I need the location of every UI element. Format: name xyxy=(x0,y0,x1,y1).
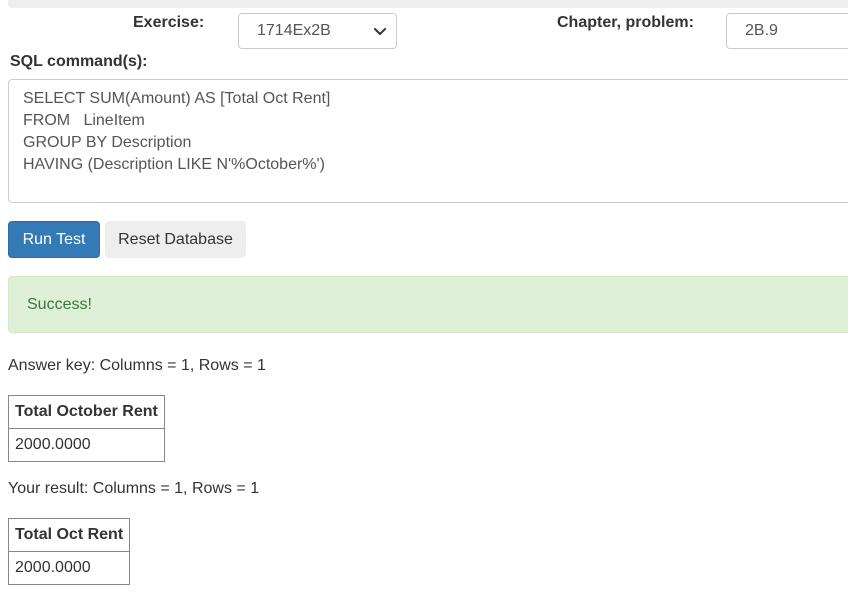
table-row: 2000.0000 xyxy=(8,428,165,462)
exercise-select[interactable]: 1714Ex2B xyxy=(238,13,397,49)
table-row: 2000.0000 xyxy=(7,551,131,585)
sql-command-textarea[interactable]: SELECT SUM(Amount) AS [Total Oct Rent] F… xyxy=(8,79,848,203)
exercise-label: Exercise: xyxy=(133,14,205,31)
reset-database-button[interactable]: Reset Database xyxy=(105,221,246,258)
chapter-problem-input[interactable]: 2B.9 xyxy=(726,13,848,49)
answer-key-cell: 2000.0000 xyxy=(8,428,165,462)
your-result-table: Total Oct Rent 2000.0000 xyxy=(7,518,131,585)
table-header-row: Total October Rent xyxy=(8,395,165,429)
exercise-select-value: 1714Ex2B xyxy=(257,22,331,39)
your-result-column-header: Total Oct Rent xyxy=(7,518,131,552)
top-strip xyxy=(8,0,848,8)
your-result-cell: 2000.0000 xyxy=(7,551,131,585)
your-result-summary: Your result: Columns = 1, Rows = 1 xyxy=(8,480,260,497)
answer-key-table: Total October Rent 2000.0000 xyxy=(8,395,165,462)
answer-key-column-header: Total October Rent xyxy=(8,395,165,429)
table-header-row: Total Oct Rent xyxy=(7,518,131,552)
chapter-problem-label: Chapter, problem: xyxy=(557,14,694,31)
sql-commands-label: SQL command(s): xyxy=(10,53,148,70)
chevron-down-icon xyxy=(374,28,386,35)
page: Exercise: 1714Ex2B Chapter, problem: 2B.… xyxy=(0,0,848,594)
answer-key-summary: Answer key: Columns = 1, Rows = 1 xyxy=(8,357,266,374)
success-alert: Success! xyxy=(8,276,848,333)
run-test-button[interactable]: Run Test xyxy=(8,221,100,258)
